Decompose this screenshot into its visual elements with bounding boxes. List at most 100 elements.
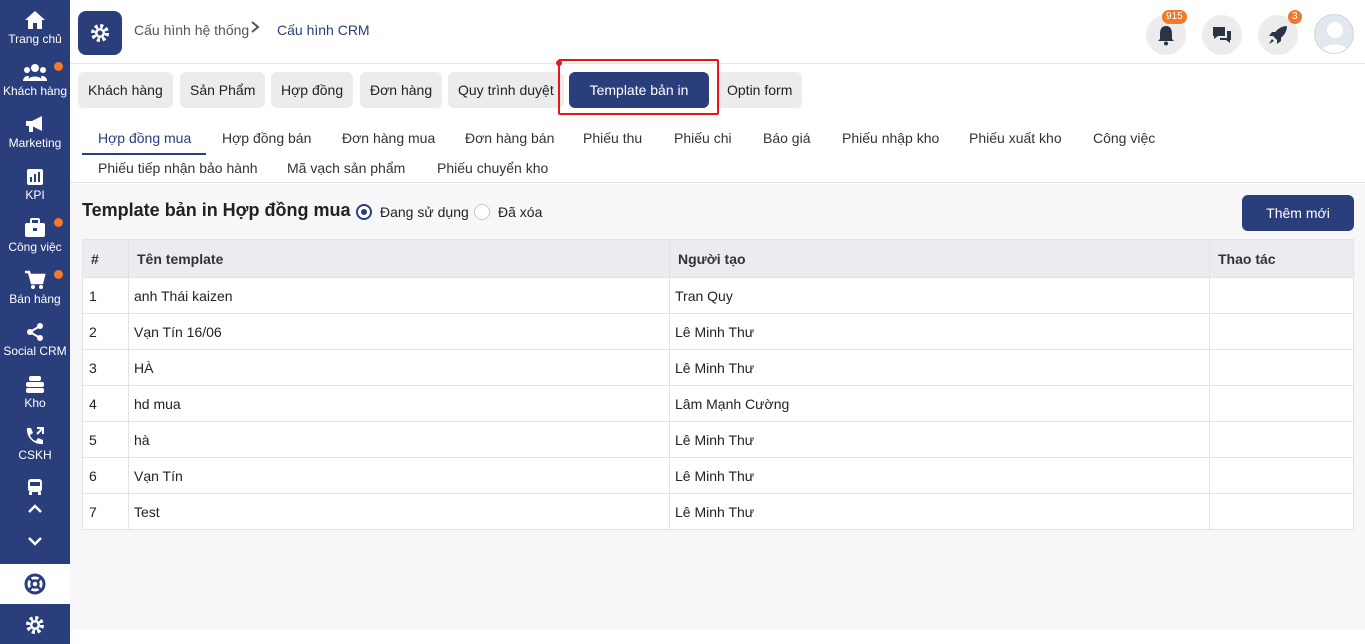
row-actions[interactable] bbox=[1209, 421, 1354, 458]
row-index: 4 bbox=[82, 385, 129, 422]
bar-chart-icon bbox=[27, 169, 43, 185]
column-header-creator: Người tạo bbox=[669, 239, 1210, 278]
column-header-actions: Thao tác bbox=[1209, 239, 1354, 278]
template-creator: Lê Minh Thư bbox=[669, 349, 1210, 386]
row-index: 5 bbox=[82, 421, 129, 458]
sidebar-settings-button[interactable] bbox=[0, 614, 70, 636]
table-row[interactable]: 7 Test Lê Minh Thư bbox=[82, 493, 1354, 530]
avatar-icon bbox=[1319, 22, 1351, 53]
sidebar: Trang chủ Khách hàng Marketing KPI Công … bbox=[0, 0, 70, 644]
row-actions[interactable] bbox=[1209, 277, 1354, 314]
tab-customers[interactable]: Khách hàng bbox=[78, 72, 173, 108]
table-row[interactable]: 2 Vạn Tín 16/06 Lê Minh Thư bbox=[82, 313, 1354, 350]
tab-optin-form[interactable]: Optin form bbox=[717, 72, 803, 108]
cart-icon bbox=[25, 270, 46, 289]
filter-active-radio[interactable]: Đang sử dụng bbox=[356, 204, 469, 220]
subtab-receipt[interactable]: Phiếu thu bbox=[583, 130, 642, 146]
table-header-row: # Tên template Người tạo Thao tác bbox=[82, 239, 1354, 278]
share-icon bbox=[27, 323, 43, 341]
template-creator: Lê Minh Thư bbox=[669, 421, 1210, 458]
filter-deleted-label: Đã xóa bbox=[498, 204, 543, 220]
sidebar-item-label: Bán hàng bbox=[9, 292, 61, 306]
page-title: Template bản in Hợp đồng mua bbox=[82, 200, 351, 220]
notifications-button[interactable]: 915 bbox=[1146, 10, 1187, 55]
active-tab-indicator bbox=[82, 153, 206, 155]
top-header: Cấu hình hệ thống Cấu hình CRM 915 3 bbox=[70, 0, 1365, 64]
row-actions[interactable] bbox=[1209, 493, 1354, 530]
tab-contracts[interactable]: Hợp đồng bbox=[271, 72, 354, 108]
sidebar-item-tasks[interactable]: Công việc bbox=[0, 218, 70, 254]
main-content: Template bản in Hợp đồng mua Đang sử dụn… bbox=[70, 184, 1365, 630]
phone-icon bbox=[26, 427, 44, 445]
template-name[interactable]: hd mua bbox=[128, 385, 670, 422]
table-row[interactable]: 5 hà Lê Minh Thư bbox=[82, 421, 1354, 458]
sidebar-scroll-up[interactable] bbox=[0, 502, 70, 516]
sidebar-item-sales[interactable]: Bán hàng bbox=[0, 270, 70, 306]
subtab-stock-transfer[interactable]: Phiếu chuyển kho bbox=[437, 160, 548, 176]
tab-approval-process[interactable]: Quy trình duyệt bbox=[448, 72, 564, 108]
subtab-warranty-receipt[interactable]: Phiếu tiếp nhận bảo hành bbox=[98, 160, 258, 176]
row-actions[interactable] bbox=[1209, 457, 1354, 494]
table-row[interactable]: 4 hd mua Lâm Mạnh Cường bbox=[82, 385, 1354, 422]
sidebar-item-home[interactable]: Trang chủ bbox=[0, 10, 70, 46]
tab-orders[interactable]: Đơn hàng bbox=[360, 72, 443, 108]
subtab-purchase-contract[interactable]: Hợp đồng mua bbox=[98, 130, 191, 146]
template-name[interactable]: HÀ bbox=[128, 349, 670, 386]
row-index: 6 bbox=[82, 457, 129, 494]
sidebar-scroll-down[interactable] bbox=[0, 534, 70, 548]
table-row[interactable]: 3 HÀ Lê Minh Thư bbox=[82, 349, 1354, 386]
table-row[interactable]: 1 anh Thái kaizen Tran Quy bbox=[82, 277, 1354, 314]
sidebar-support-button[interactable] bbox=[0, 564, 70, 604]
row-index: 2 bbox=[82, 313, 129, 350]
subtab-tasks[interactable]: Công việc bbox=[1093, 130, 1155, 146]
subtab-purchase-order[interactable]: Đơn hàng mua bbox=[342, 130, 435, 146]
settings-home-button[interactable] bbox=[78, 11, 122, 55]
template-creator: Lê Minh Thư bbox=[669, 457, 1210, 494]
row-actions[interactable] bbox=[1209, 349, 1354, 386]
sidebar-item-bus[interactable] bbox=[0, 478, 70, 496]
chat-icon bbox=[1213, 27, 1231, 43]
sidebar-item-label: Kho bbox=[24, 396, 46, 410]
filter-deleted-radio[interactable]: Đã xóa bbox=[474, 204, 542, 220]
filter-active-label: Đang sử dụng bbox=[380, 204, 469, 220]
subtab-goods-issue[interactable]: Phiếu xuất kho bbox=[969, 130, 1062, 146]
sidebar-item-label: Trang chủ bbox=[8, 32, 62, 46]
document-type-tabs: Hợp đồng mua Hợp đồng bán Đơn hàng mua Đ… bbox=[70, 118, 1365, 183]
template-name[interactable]: Test bbox=[128, 493, 670, 530]
subtab-payment[interactable]: Phiếu chi bbox=[674, 130, 732, 146]
tab-print-template[interactable]: Template bản in bbox=[569, 72, 709, 108]
template-name[interactable]: Vạn Tín bbox=[128, 457, 670, 494]
subtab-goods-receipt[interactable]: Phiếu nhập kho bbox=[842, 130, 939, 146]
template-name[interactable]: hà bbox=[128, 421, 670, 458]
home-icon bbox=[25, 11, 45, 29]
rocket-button[interactable]: 3 bbox=[1258, 10, 1302, 55]
subtab-sales-contract[interactable]: Hợp đồng bán bbox=[222, 130, 311, 146]
table-row[interactable]: 6 Vạn Tín Lê Minh Thư bbox=[82, 457, 1354, 494]
template-creator: Lâm Mạnh Cường bbox=[669, 385, 1210, 422]
sidebar-item-kpi[interactable]: KPI bbox=[0, 168, 70, 202]
subtab-sales-order[interactable]: Đơn hàng bán bbox=[465, 130, 554, 146]
breadcrumb-crm-config: Cấu hình CRM bbox=[277, 22, 370, 38]
row-actions[interactable] bbox=[1209, 385, 1354, 422]
radio-unselected-icon bbox=[474, 204, 490, 220]
sidebar-item-social-crm[interactable]: Social CRM bbox=[0, 322, 70, 358]
template-creator: Lê Minh Thư bbox=[669, 493, 1210, 530]
tab-products[interactable]: Sản Phẩm bbox=[180, 72, 266, 108]
chevron-right-icon bbox=[250, 20, 260, 39]
user-avatar[interactable] bbox=[1314, 14, 1354, 54]
sidebar-item-marketing[interactable]: Marketing bbox=[0, 114, 70, 150]
breadcrumb-system-config[interactable]: Cấu hình hệ thống bbox=[134, 22, 249, 38]
row-actions[interactable] bbox=[1209, 313, 1354, 350]
add-new-button[interactable]: Thêm mới bbox=[1242, 195, 1354, 231]
subtab-quotation[interactable]: Báo giá bbox=[763, 130, 810, 146]
bell-icon bbox=[1158, 26, 1174, 46]
template-name[interactable]: anh Thái kaizen bbox=[128, 277, 670, 314]
sidebar-item-warehouse[interactable]: Kho bbox=[0, 374, 70, 410]
sidebar-item-customers[interactable]: Khách hàng bbox=[0, 62, 70, 98]
bus-icon bbox=[28, 479, 42, 495]
chat-button[interactable] bbox=[1202, 15, 1242, 55]
subtab-product-barcode[interactable]: Mã vạch sản phẩm bbox=[287, 160, 405, 176]
notification-dot bbox=[54, 270, 63, 279]
template-name[interactable]: Vạn Tín 16/06 bbox=[128, 313, 670, 350]
sidebar-item-cskh[interactable]: CSKH bbox=[0, 426, 70, 462]
